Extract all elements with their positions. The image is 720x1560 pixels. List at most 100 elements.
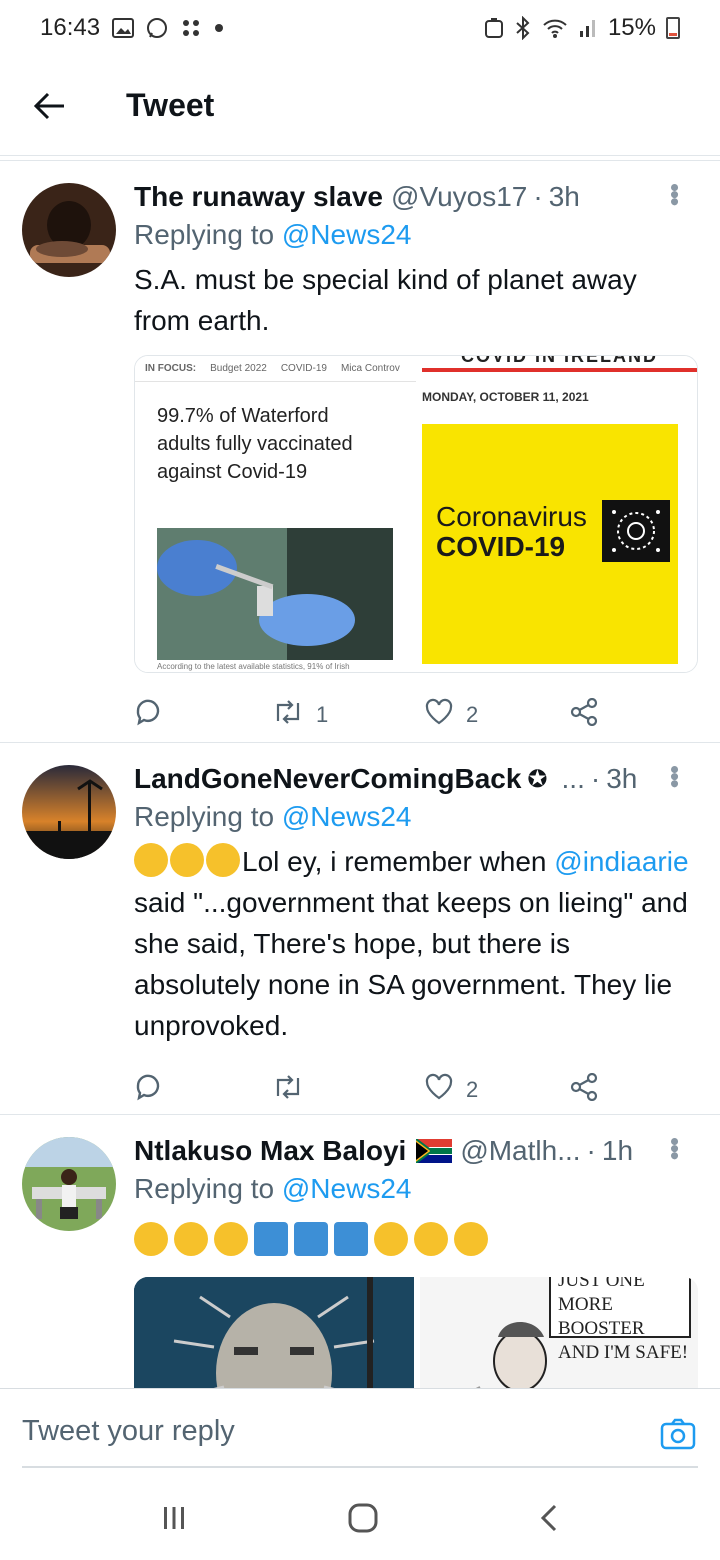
share-button[interactable] (570, 697, 600, 732)
rolling-eyes-emoji-icon (414, 1222, 448, 1256)
replying-to-link[interactable]: @News24 (282, 1173, 412, 1204)
reply-feed: The runaway slave @Vuyos17 · 3h ••• Repl… (0, 160, 720, 1437)
nfc-icon (484, 17, 504, 39)
reply-composer[interactable]: Tweet your reply (0, 1388, 720, 1480)
tweet[interactable]: The runaway slave @Vuyos17 · 3h ••• Repl… (0, 161, 720, 743)
share-button[interactable] (570, 1072, 600, 1107)
wheelchair-icon (334, 1222, 368, 1256)
app-bar: Tweet (0, 56, 720, 156)
covid-line-1: Coronavirus (435, 501, 587, 532)
wifi-icon (542, 17, 568, 39)
replying-to: Replying to @News24 (134, 1173, 700, 1213)
retweet-count: 1 (316, 702, 329, 727)
camera-icon[interactable] (660, 1417, 696, 1451)
rofl-emoji-icon (214, 1222, 248, 1256)
tweet-text: S.A. must be special kind of planet away… (134, 264, 637, 336)
media-image-right[interactable]: COVID IN IRELAND MONDAY, OCTOBER 11, 202… (421, 355, 697, 672)
system-nav-bar (0, 1480, 720, 1560)
wheelchair-icon (294, 1222, 328, 1256)
rofl-emoji-icon (174, 1222, 208, 1256)
replying-prefix: Replying to (134, 1173, 275, 1204)
avatar[interactable] (22, 183, 116, 277)
retweet-button[interactable] (272, 1074, 424, 1106)
emoji-row (134, 1215, 700, 1263)
tweet-text-part: said "...government that keeps on lieing… (134, 887, 688, 1041)
like-button[interactable]: 2 (424, 698, 570, 732)
replying-prefix: Replying to (134, 219, 275, 250)
app-icon (180, 17, 202, 39)
replying-to: Replying to @News24 (134, 219, 700, 259)
recent-apps-icon[interactable] (160, 1504, 188, 1537)
gallery-icon (112, 18, 135, 38)
media-image-left[interactable]: IN FOCUS: Budget 2022 COVID-19 Mica Cont… (135, 356, 416, 672)
cartoon-text: MORE BOOSTER (558, 1294, 645, 1339)
focus-item: Mica Controv (340, 363, 400, 374)
virus-icon (601, 500, 670, 562)
tweet-author-name[interactable]: The runaway slave (134, 181, 383, 213)
mention-link[interactable]: @indiaarie (554, 846, 688, 877)
replying-prefix: Replying to (134, 801, 275, 832)
share-icon (570, 697, 600, 732)
share-icon (570, 1072, 600, 1107)
signal-icon (578, 17, 598, 39)
covid-banner: Coronavirus COVID-19 (421, 424, 678, 664)
reply-button[interactable] (134, 1073, 272, 1107)
tweet-reply-input[interactable]: Tweet your reply (22, 1415, 235, 1448)
more-options-icon[interactable]: ••• (659, 765, 690, 786)
separator-dot: · (590, 763, 601, 794)
heart-icon (424, 1073, 454, 1107)
tweet[interactable]: LandGoneNeverComingBack ✪ ... · 3h ••• R… (0, 743, 720, 1115)
like-count: 2 (466, 1077, 479, 1102)
focus-label: IN FOCUS: (145, 363, 197, 374)
rofl-emoji-icon (170, 843, 204, 877)
focus-item: COVID-19 (280, 363, 327, 374)
retweet-icon (272, 699, 304, 731)
status-bar: 16:43 15% (0, 0, 720, 56)
tweet-media[interactable]: IN FOCUS: Budget 2022 COVID-19 Mica Cont… (134, 355, 698, 673)
reply-icon (134, 698, 162, 732)
covid-line-2: COVID-19 (435, 531, 566, 562)
rolling-eyes-emoji-icon (374, 1222, 408, 1256)
tweet-author-handle[interactable]: @Vuyos17 (391, 181, 527, 213)
verified-badge-icon: ✪ (527, 765, 548, 793)
tweet[interactable]: Ntlakuso Max Baloyi @Matlh... · 1h ••• R… (0, 1115, 720, 1437)
replying-to: Replying to @News24 (134, 801, 700, 841)
more-options-icon[interactable]: ••• (659, 1137, 690, 1158)
focus-item: Budget 2022 (210, 363, 267, 374)
replying-to-link[interactable]: @News24 (282, 219, 412, 250)
home-icon[interactable] (347, 1502, 379, 1539)
retweet-button[interactable]: 1 (272, 699, 424, 731)
tweet-author-handle[interactable]: ... (562, 763, 585, 795)
retweet-icon (272, 1074, 304, 1106)
covid-header: COVID IN IRELAND (460, 355, 658, 366)
tweet-author-name[interactable]: LandGoneNeverComingBack (134, 763, 521, 795)
separator-dot: · (586, 1135, 596, 1166)
article-headline: 99.7% of Waterford adults fully vaccinat… (157, 405, 353, 483)
tweet-time: 1h (601, 1135, 634, 1166)
like-button[interactable]: 2 (424, 1073, 570, 1107)
avatar[interactable] (22, 765, 116, 859)
rofl-emoji-icon (206, 843, 240, 877)
south-africa-flag-icon (416, 1139, 453, 1163)
wheelchair-icon (254, 1222, 288, 1256)
battery-icon (666, 17, 680, 39)
tweet-time: 3h (606, 763, 638, 794)
rofl-emoji-icon (134, 1222, 168, 1256)
back-icon[interactable] (538, 1503, 560, 1538)
arrow-left-icon[interactable] (30, 86, 70, 126)
replying-to-link[interactable]: @News24 (282, 801, 412, 832)
avatar[interactable] (22, 1137, 116, 1231)
whatsapp-icon (146, 17, 168, 39)
rolling-eyes-emoji-icon (454, 1222, 488, 1256)
reply-button[interactable] (134, 698, 272, 732)
cartoon-text: JUST ONE (558, 1277, 645, 1291)
page-title: Tweet (126, 87, 215, 123)
tweet-author-handle[interactable]: @Matlh... (460, 1135, 580, 1167)
more-options-icon[interactable]: ••• (659, 183, 690, 204)
bluetooth-icon (514, 16, 532, 40)
tweet-author-name[interactable]: Ntlakuso Max Baloyi (134, 1135, 406, 1167)
tweet-text-part: Lol ey, i remember when (242, 846, 547, 877)
tweet-time: 3h (548, 181, 580, 212)
reply-icon (134, 1073, 162, 1107)
cartoon-text: AND I'M SAFE! (558, 1342, 689, 1363)
